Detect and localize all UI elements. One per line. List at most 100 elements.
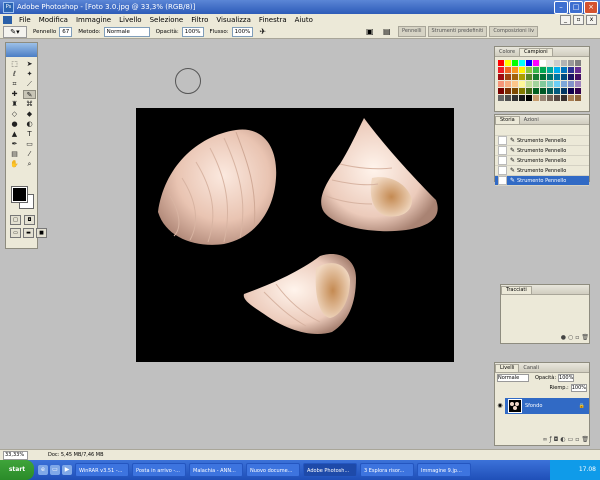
color-swatch[interactable]: [512, 81, 518, 87]
zoom-field[interactable]: 33,33%: [3, 450, 28, 460]
color-swatch[interactable]: [526, 88, 532, 94]
menu-finestra[interactable]: Finestra: [255, 16, 291, 24]
layer-mask-icon[interactable]: ◘: [554, 436, 559, 445]
screen-mode-full-icon[interactable]: ▬: [23, 228, 34, 238]
dock-tab-brushes[interactable]: Pennelli: [398, 26, 426, 37]
menu-filtro[interactable]: Filtro: [187, 16, 212, 24]
move-tool-icon[interactable]: ➤: [23, 60, 36, 69]
color-swatch[interactable]: [505, 60, 511, 66]
color-swatch[interactable]: [568, 88, 574, 94]
dodge-tool-icon[interactable]: ◐: [23, 120, 36, 129]
color-swatch[interactable]: [561, 81, 567, 87]
color-swatch[interactable]: [519, 60, 525, 66]
new-group-icon[interactable]: ▭: [568, 436, 574, 445]
taskbar-item-nuovo-doc[interactable]: Nuovo docume...: [246, 463, 300, 477]
delete-path-icon[interactable]: 🗑: [581, 334, 589, 343]
history-snapshot[interactable]: [495, 125, 589, 136]
adjustment-layer-icon[interactable]: ◐: [560, 436, 565, 445]
fill-field[interactable]: 100%: [570, 383, 587, 392]
taskbar-item-photoshop[interactable]: Adobe Photosh...: [303, 463, 357, 477]
eyedropper-icon[interactable]: ⁄: [23, 150, 36, 159]
color-swatch[interactable]: [568, 67, 574, 73]
tab-storia[interactable]: Storia: [495, 116, 520, 124]
menu-visualizza[interactable]: Visualizza: [212, 16, 254, 24]
crop-tool-icon[interactable]: ⌗: [8, 80, 21, 89]
history-item[interactable]: ✎ Strumento Pennello: [495, 146, 589, 156]
tab-tracciati[interactable]: Tracciati: [501, 286, 532, 294]
dock-tab-layer-comps[interactable]: Composizioni liv: [489, 26, 539, 37]
fill-path-icon[interactable]: ●: [561, 334, 566, 343]
notes-tool-icon[interactable]: ▤: [8, 150, 21, 159]
color-swatch[interactable]: [505, 81, 511, 87]
flow-field[interactable]: 100%: [231, 26, 254, 37]
close-button[interactable]: ×: [584, 1, 598, 14]
color-swatch[interactable]: [512, 74, 518, 80]
color-swatch[interactable]: [554, 88, 560, 94]
history-brush-icon[interactable]: ⌘: [23, 100, 36, 109]
layer-row-background[interactable]: ◉ Sfondo 🔒: [495, 398, 589, 414]
document-icon[interactable]: [3, 15, 12, 24]
color-swatch[interactable]: [561, 60, 567, 66]
color-swatch[interactable]: [519, 81, 525, 87]
taskbar-item-malachia[interactable]: Malachia - ANN...: [189, 463, 243, 477]
color-swatch[interactable]: [526, 74, 532, 80]
opacity-field[interactable]: 100%: [181, 26, 204, 37]
color-swatch[interactable]: [498, 67, 504, 73]
history-item-selected[interactable]: ✎ Strumento Pennello: [495, 176, 589, 186]
hand-tool-icon[interactable]: ✋: [8, 160, 21, 169]
color-swatch[interactable]: [526, 60, 532, 66]
color-swatch[interactable]: [498, 74, 504, 80]
color-swatch[interactable]: [533, 88, 539, 94]
color-swatch[interactable]: [554, 74, 560, 80]
tab-colore[interactable]: Colore: [495, 49, 519, 56]
doc-size[interactable]: Doc: 5,45 MB/7,46 MB: [48, 452, 104, 458]
eye-icon[interactable]: ◉: [495, 398, 505, 414]
maximize-button[interactable]: □: [569, 1, 583, 14]
new-layer-icon[interactable]: ▫: [575, 436, 579, 445]
color-swatch[interactable]: [554, 95, 560, 101]
marquee-tool-icon[interactable]: ⬚: [8, 60, 21, 69]
color-swatch[interactable]: [540, 88, 546, 94]
tab-canali[interactable]: Canali: [519, 365, 543, 372]
color-swatch[interactable]: [575, 95, 581, 101]
color-swatch[interactable]: [575, 60, 581, 66]
color-swatch[interactable]: [498, 95, 504, 101]
history-item[interactable]: ✎ Strumento Pennello: [495, 136, 589, 146]
color-swatch[interactable]: [575, 81, 581, 87]
color-swatch[interactable]: [568, 74, 574, 80]
color-swatch[interactable]: [554, 81, 560, 87]
color-swatch[interactable]: [533, 95, 539, 101]
menu-selezione[interactable]: Selezione: [146, 16, 188, 24]
color-swatch[interactable]: [547, 67, 553, 73]
color-swatch[interactable]: [547, 88, 553, 94]
palette-icon[interactable]: ▣: [366, 27, 374, 36]
history-item[interactable]: ✎ Strumento Pennello: [495, 166, 589, 176]
color-swatch[interactable]: [533, 67, 539, 73]
path-select-icon[interactable]: ▲: [8, 130, 21, 139]
layer-style-icon[interactable]: ƒ: [550, 436, 552, 445]
color-swatch[interactable]: [561, 88, 567, 94]
color-swatch[interactable]: [498, 88, 504, 94]
standard-mode-icon[interactable]: □: [10, 215, 21, 225]
screen-mode-standard-icon[interactable]: ▭: [10, 228, 21, 238]
layer-opacity-field[interactable]: 100%: [558, 374, 575, 382]
color-swatch[interactable]: [540, 74, 546, 80]
color-swatch[interactable]: [505, 95, 511, 101]
blur-tool-icon[interactable]: ●: [8, 120, 21, 129]
color-swatch[interactable]: [547, 74, 553, 80]
mode-select[interactable]: Normale: [103, 26, 150, 37]
quicklaunch-ie-icon[interactable]: e: [38, 465, 48, 475]
brush-size[interactable]: 67: [59, 26, 73, 37]
doc-close-button[interactable]: x: [586, 15, 597, 25]
pen-tool-icon[interactable]: ✒: [8, 140, 21, 149]
color-swatch[interactable]: [519, 95, 525, 101]
color-swatch[interactable]: [512, 67, 518, 73]
color-swatch[interactable]: [568, 95, 574, 101]
start-button[interactable]: start: [0, 460, 34, 480]
color-swatch[interactable]: [561, 67, 567, 73]
new-path-icon[interactable]: ▫: [575, 334, 579, 343]
zoom-tool-icon[interactable]: ⌕: [23, 160, 36, 169]
color-swatch[interactable]: [512, 95, 518, 101]
delete-layer-icon[interactable]: 🗑: [581, 436, 589, 445]
taskbar-item-winrar[interactable]: WinRAR v3.51 -...: [75, 463, 129, 477]
